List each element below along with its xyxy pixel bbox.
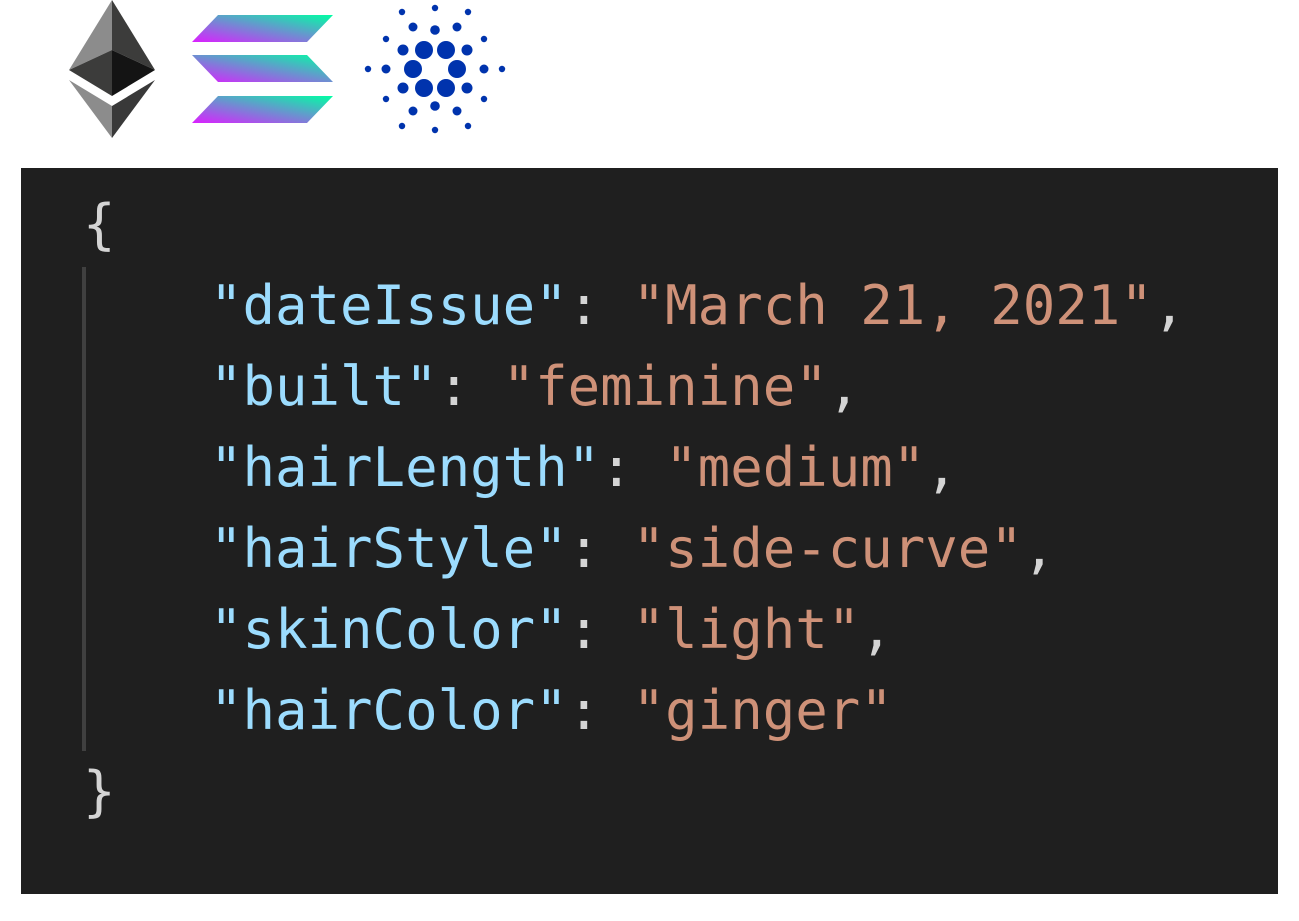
code-editor-panel: { "dateIssue": "March 21, 2021", "built"…: [21, 168, 1278, 894]
json-value: "side-curve": [632, 517, 1023, 580]
json-colon: :: [567, 598, 633, 661]
json-comma: ,: [1022, 517, 1056, 580]
json-line-built: "built": "feminine",: [210, 357, 860, 417]
json-line-hairLength: "hairLength": "medium",: [210, 438, 958, 498]
open-brace: {: [83, 193, 116, 256]
json-value: "ginger": [632, 679, 893, 742]
json-colon: :: [437, 355, 503, 418]
json-key: "skinColor": [210, 598, 568, 661]
json-value: "feminine": [502, 355, 828, 418]
json-comma: ,: [860, 598, 893, 661]
json-key: "hairLength": [210, 436, 601, 499]
json-line-skinColor: "skinColor": "light",: [210, 600, 893, 660]
json-value: "light": [632, 598, 861, 661]
ethereum-logo-icon: [66, 0, 158, 140]
json-value: "March 21, 2021": [632, 274, 1153, 337]
indent-guide: [82, 267, 86, 751]
json-key: "hairStyle": [210, 517, 568, 580]
json-colon: :: [567, 517, 633, 580]
json-colon: :: [567, 679, 633, 742]
json-colon: :: [567, 274, 633, 337]
json-line-dateIssue: "dateIssue": "March 21, 2021",: [210, 276, 1185, 336]
json-key: "built": [210, 355, 438, 418]
json-line-hairStyle: "hairStyle": "side-curve",: [210, 519, 1055, 579]
json-colon: :: [600, 436, 666, 499]
json-key: "dateIssue": [210, 274, 568, 337]
cardano-logo-icon: [364, 4, 506, 134]
json-value: "medium": [665, 436, 926, 499]
json-comma: ,: [925, 436, 958, 499]
logo-row: [0, 0, 1299, 160]
json-comma: ,: [827, 355, 861, 418]
solana-logo-icon: [192, 12, 336, 126]
json-line-hairColor: "hairColor": "ginger": [210, 681, 893, 741]
json-key: "hairColor": [210, 679, 568, 742]
json-comma: ,: [1152, 274, 1186, 337]
close-brace: }: [83, 760, 116, 823]
